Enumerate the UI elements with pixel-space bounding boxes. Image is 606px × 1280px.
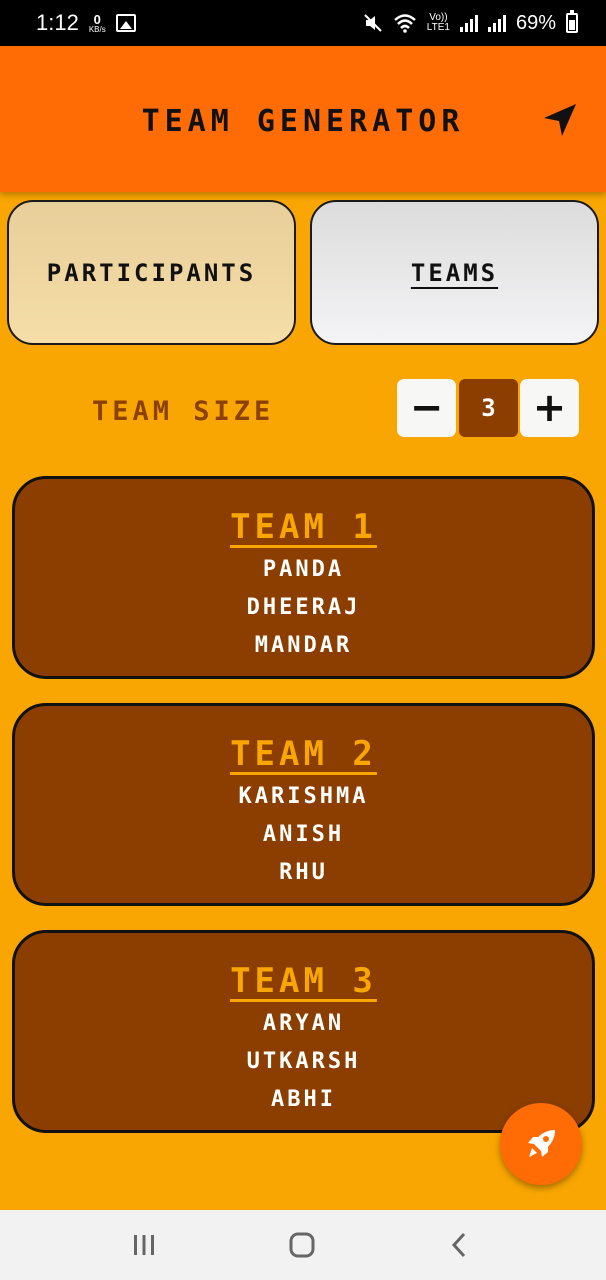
team-members: PANDA DHEERAJ MANDAR (15, 551, 592, 665)
team-member: UTKARSH (246, 1049, 361, 1074)
wifi-icon (393, 14, 416, 33)
team-card-2: TEAM 2 KARISHMA ANISH RHU (12, 703, 595, 906)
tab-teams[interactable]: TEAMS (310, 200, 599, 345)
team-size-value: 3 (459, 379, 518, 437)
increment-button[interactable]: + (520, 379, 579, 437)
team-member: DHEERAJ (246, 595, 361, 620)
back-icon[interactable] (443, 1228, 477, 1262)
team-member: ARYAN (262, 1011, 345, 1036)
team-size-label: TEAM SIZE (92, 396, 275, 427)
status-time: 1:12 (36, 10, 79, 35)
team-member: MANDAR (254, 633, 353, 658)
team-title: TEAM 3 (230, 961, 377, 1001)
volte-indicator: Vo)) LTE1 (427, 13, 450, 33)
app-title: TEAM GENERATOR (141, 104, 465, 139)
status-left: 1:12 0 KB/s (36, 10, 136, 36)
network-speed: 0 KB/s (89, 13, 106, 34)
signal-icon (459, 14, 478, 32)
system-nav-bar (0, 1210, 606, 1280)
team-card-1: TEAM 1 PANDA DHEERAJ MANDAR (12, 476, 595, 679)
team-member: KARISHMA (238, 784, 369, 809)
battery-percent: 69% (515, 11, 556, 34)
team-card-3: TEAM 3 ARYAN UTKARSH ABHI (12, 930, 595, 1133)
team-title: TEAM 1 (230, 507, 377, 547)
mute-icon (364, 14, 382, 32)
status-bar: 1:12 0 KB/s Vo)) LTE1 69% (0, 0, 606, 46)
recents-icon[interactable] (127, 1228, 161, 1262)
rocket-icon (528, 1130, 555, 1157)
team-member: ABHI (271, 1087, 336, 1112)
tab-participants-label: PARTICIPANTS (46, 258, 257, 287)
home-icon[interactable] (285, 1228, 319, 1262)
generate-teams-fab[interactable] (500, 1103, 582, 1185)
tab-teams-label: TEAMS (410, 258, 499, 287)
team-members: KARISHMA ANISH RHU (15, 778, 592, 892)
volte-bottom: LTE1 (426, 22, 450, 33)
status-right: Vo)) LTE1 69% (363, 10, 578, 35)
battery-icon (566, 10, 578, 33)
app-bar: TEAM GENERATOR (0, 46, 606, 192)
team-members: ARYAN UTKARSH ABHI (15, 1005, 592, 1119)
team-title: TEAM 2 (230, 734, 377, 774)
team-member: RHU (279, 860, 328, 885)
network-speed-value: 0 (93, 11, 101, 27)
image-icon (115, 14, 136, 32)
tab-participants[interactable]: PARTICIPANTS (7, 200, 296, 345)
team-member: ANISH (262, 822, 345, 847)
signal-icon-2 (487, 14, 506, 32)
navigation-arrow-icon[interactable] (540, 100, 580, 140)
decrement-button[interactable]: − (397, 379, 456, 437)
team-member: PANDA (262, 557, 345, 582)
network-speed-unit: KB/s (88, 24, 106, 34)
